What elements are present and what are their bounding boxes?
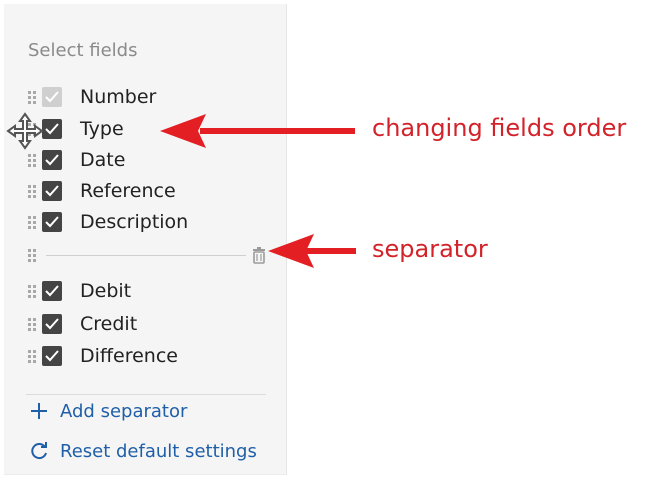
checkmark-icon xyxy=(45,185,59,197)
reset-icon xyxy=(31,442,47,460)
field-row-description[interactable]: Description xyxy=(28,207,188,237)
drag-handle-icon[interactable] xyxy=(28,182,40,200)
checkmark-icon xyxy=(45,123,59,135)
drag-handle-icon[interactable] xyxy=(28,151,40,169)
field-label: Credit xyxy=(80,313,138,335)
field-label: Number xyxy=(80,86,157,108)
field-row-credit[interactable]: Credit xyxy=(28,309,137,339)
separator-line xyxy=(46,254,246,256)
field-label: Type xyxy=(80,118,124,140)
checkbox-reference[interactable] xyxy=(42,181,62,201)
checkbox-description[interactable] xyxy=(42,212,62,232)
field-label: Difference xyxy=(80,345,178,367)
drag-handle-icon[interactable] xyxy=(28,315,40,333)
checkmark-icon xyxy=(45,216,59,228)
drag-handle-icon[interactable] xyxy=(28,88,40,106)
drag-handle-icon[interactable] xyxy=(28,213,40,231)
add-separator-button[interactable]: Add separator xyxy=(28,400,187,422)
field-label: Reference xyxy=(80,180,176,202)
divider xyxy=(26,394,266,395)
field-label: Date xyxy=(80,149,126,171)
checkbox-credit[interactable] xyxy=(42,314,62,334)
move-cursor-icon xyxy=(6,112,44,150)
checkmark-icon xyxy=(45,350,59,362)
field-row-reference[interactable]: Reference xyxy=(28,176,176,206)
panel-title: Select fields xyxy=(28,40,138,61)
checkmark-icon xyxy=(45,318,59,330)
select-fields-panel: Select fields Number Type Date Reference xyxy=(4,4,287,475)
checkbox-type[interactable] xyxy=(42,119,62,139)
drag-handle-icon[interactable] xyxy=(28,282,40,300)
field-row-debit[interactable]: Debit xyxy=(28,276,131,306)
trash-icon[interactable] xyxy=(250,246,268,264)
arrow-icon xyxy=(268,234,356,268)
annotation-separator: separator xyxy=(372,235,488,263)
field-row-difference[interactable]: Difference xyxy=(28,341,178,371)
field-row-number[interactable]: Number xyxy=(28,82,156,112)
annotation-order: changing fields order xyxy=(372,114,627,142)
checkbox-difference[interactable] xyxy=(42,346,62,366)
separator-row[interactable] xyxy=(28,246,268,264)
drag-handle-icon[interactable] xyxy=(28,246,40,264)
checkmark-icon xyxy=(45,285,59,297)
checkbox-number xyxy=(42,87,62,107)
plus-icon xyxy=(31,403,47,419)
checkbox-debit[interactable] xyxy=(42,281,62,301)
checkbox-date[interactable] xyxy=(42,150,62,170)
arrow-icon xyxy=(160,114,355,148)
checkmark-icon xyxy=(45,91,59,103)
field-label: Debit xyxy=(80,280,132,302)
checkmark-icon xyxy=(45,154,59,166)
reset-default-settings-button[interactable]: Reset default settings xyxy=(28,440,257,462)
field-label: Description xyxy=(80,211,189,233)
reset-default-settings-label: Reset default settings xyxy=(60,440,257,462)
drag-handle-icon[interactable] xyxy=(28,347,40,365)
add-separator-label: Add separator xyxy=(60,400,188,422)
